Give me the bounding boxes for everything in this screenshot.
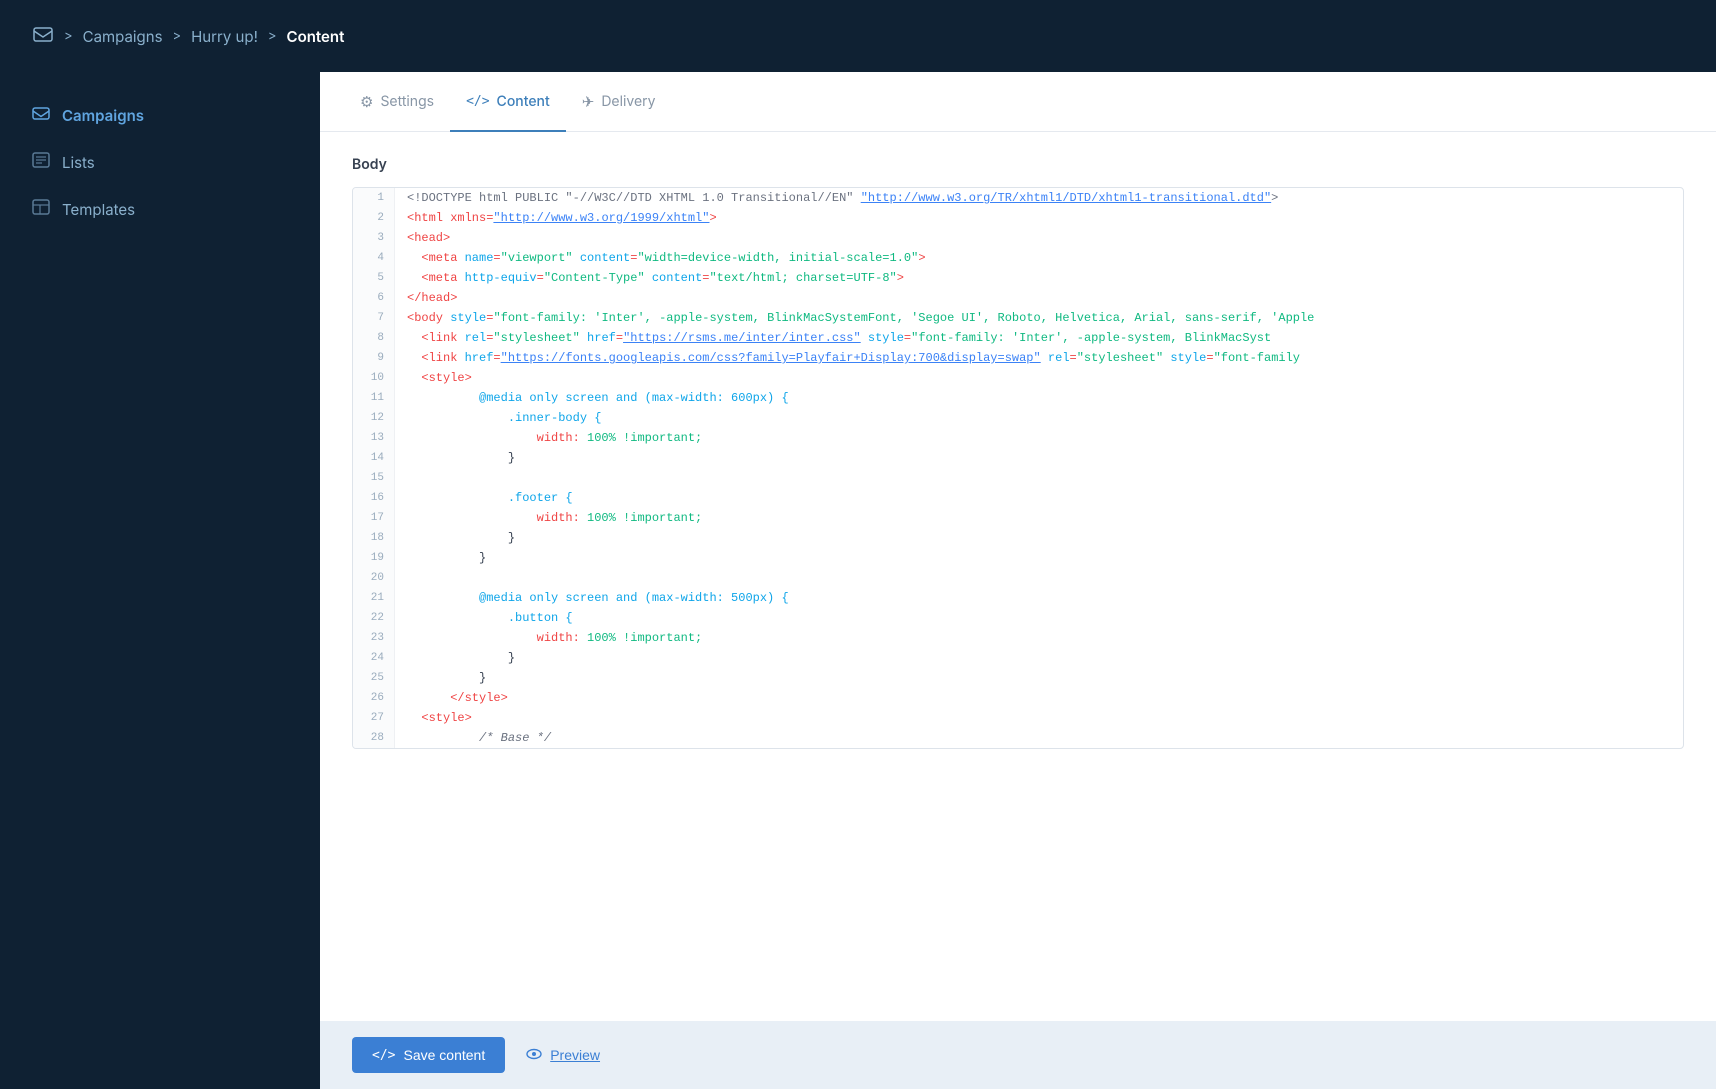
table-row: 14 } bbox=[353, 448, 1683, 468]
bottom-bar: </> Save content Preview bbox=[320, 1021, 1716, 1089]
table-row: 1 <!DOCTYPE html PUBLIC "-//W3C//DTD XHT… bbox=[353, 188, 1683, 208]
table-row: 25 } bbox=[353, 668, 1683, 688]
breadcrumb-sep-1: > bbox=[64, 28, 73, 44]
table-row: 4 <meta name="viewport" content="width=d… bbox=[353, 248, 1683, 268]
table-row: 12 .inner-body { bbox=[353, 408, 1683, 428]
table-row: 10 <style> bbox=[353, 368, 1683, 388]
table-row: 16 .footer { bbox=[353, 488, 1683, 508]
tab-content-label: Content bbox=[497, 93, 550, 110]
sidebar-templates-label: Templates bbox=[62, 200, 135, 219]
sidebar-campaigns-label: Campaigns bbox=[62, 106, 144, 125]
table-row: 7 <body style="font-family: 'Inter', -ap… bbox=[353, 308, 1683, 328]
templates-nav-icon bbox=[32, 198, 50, 221]
table-row: 9 <link href="https://fonts.googleapis.c… bbox=[353, 348, 1683, 368]
save-content-button[interactable]: </> Save content bbox=[352, 1037, 505, 1073]
table-row: 3 <head> bbox=[353, 228, 1683, 248]
tab-settings-label: Settings bbox=[380, 93, 434, 110]
code-lines[interactable]: 1 <!DOCTYPE html PUBLIC "-//W3C//DTD XHT… bbox=[353, 188, 1683, 748]
preview-button[interactable]: Preview bbox=[525, 1045, 600, 1066]
table-row: 2 <html xmlns="http://www.w3.org/1999/xh… bbox=[353, 208, 1683, 228]
table-row: 11 @media only screen and (max-width: 60… bbox=[353, 388, 1683, 408]
sidebar: Campaigns Lists Templates bbox=[0, 72, 320, 1089]
body-label: Body bbox=[352, 156, 1684, 173]
content-panel: ⚙ Settings </> Content ✈ Delivery Body bbox=[320, 72, 1716, 1021]
table-row: 19 } bbox=[353, 548, 1683, 568]
campaigns-icon bbox=[32, 23, 54, 50]
breadcrumb-campaigns[interactable]: Campaigns bbox=[83, 27, 163, 46]
tab-delivery[interactable]: ✈ Delivery bbox=[566, 73, 672, 132]
sidebar-item-templates[interactable]: Templates bbox=[0, 186, 320, 233]
breadcrumb-hurryup[interactable]: Hurry up! bbox=[191, 27, 258, 46]
tab-delivery-label: Delivery bbox=[601, 93, 655, 110]
table-row: 15 bbox=[353, 468, 1683, 488]
table-row: 5 <meta http-equiv="Content-Type" conten… bbox=[353, 268, 1683, 288]
table-row: 27 <style> bbox=[353, 708, 1683, 728]
body-section: Body 1 <!DOCTYPE html PUBLIC "-//W3C//DT… bbox=[320, 132, 1716, 1021]
breadcrumb-sep-3: > bbox=[268, 28, 277, 44]
settings-tab-icon: ⚙ bbox=[360, 92, 373, 111]
content-area: ⚙ Settings </> Content ✈ Delivery Body bbox=[320, 72, 1716, 1089]
content-tab-icon: </> bbox=[466, 94, 489, 109]
table-row: 13 width: 100% !important; bbox=[353, 428, 1683, 448]
sidebar-item-campaigns[interactable]: Campaigns bbox=[0, 92, 320, 139]
main-layout: Campaigns Lists Templates bbox=[0, 72, 1716, 1089]
breadcrumb: > Campaigns > Hurry up! > Content bbox=[32, 23, 344, 50]
table-row: 8 <link rel="stylesheet" href="https://r… bbox=[353, 328, 1683, 348]
table-row: 23 width: 100% !important; bbox=[353, 628, 1683, 648]
breadcrumb-sep-2: > bbox=[173, 28, 182, 44]
sidebar-item-lists[interactable]: Lists bbox=[0, 139, 320, 186]
delivery-tab-icon: ✈ bbox=[582, 92, 595, 111]
campaigns-nav-icon bbox=[32, 104, 50, 127]
save-content-icon: </> bbox=[372, 1048, 395, 1063]
table-row: 28 /* Base */ bbox=[353, 728, 1683, 748]
code-editor[interactable]: 1 <!DOCTYPE html PUBLIC "-//W3C//DTD XHT… bbox=[352, 187, 1684, 749]
tabs-bar: ⚙ Settings </> Content ✈ Delivery bbox=[320, 72, 1716, 132]
sidebar-lists-label: Lists bbox=[62, 153, 95, 172]
table-row: 6 </head> bbox=[353, 288, 1683, 308]
table-row: 24 } bbox=[353, 648, 1683, 668]
lists-nav-icon bbox=[32, 151, 50, 174]
table-row: 22 .button { bbox=[353, 608, 1683, 628]
save-content-label: Save content bbox=[403, 1047, 485, 1063]
breadcrumb-current: Content bbox=[287, 27, 345, 46]
table-row: 26 </style> bbox=[353, 688, 1683, 708]
table-row: 21 @media only screen and (max-width: 50… bbox=[353, 588, 1683, 608]
table-row: 18 } bbox=[353, 528, 1683, 548]
preview-label: Preview bbox=[550, 1047, 600, 1063]
topbar: > Campaigns > Hurry up! > Content bbox=[0, 0, 1716, 72]
table-row: 20 bbox=[353, 568, 1683, 588]
preview-icon bbox=[525, 1045, 543, 1066]
tab-content[interactable]: </> Content bbox=[450, 73, 566, 132]
table-row: 17 width: 100% !important; bbox=[353, 508, 1683, 528]
tab-settings[interactable]: ⚙ Settings bbox=[344, 73, 450, 132]
